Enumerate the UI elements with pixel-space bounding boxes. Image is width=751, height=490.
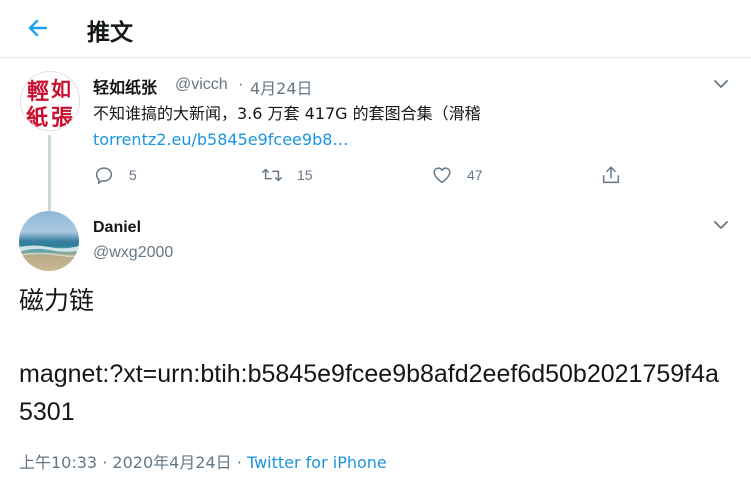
tweet-text: 磁力链 — [19, 286, 95, 315]
share-button[interactable] — [600, 163, 622, 187]
separator-dot: · — [236, 453, 242, 472]
retweet-button[interactable]: 15 — [261, 163, 313, 187]
like-button[interactable]: 47 — [431, 163, 483, 187]
tweet-link[interactable]: torrentz2.eu/b5845e9fcee9b8… — [93, 130, 348, 149]
avatar-logo: 輕 如 紙 張 — [21, 72, 79, 131]
svg-text:輕: 輕 — [27, 79, 49, 105]
retweet-icon — [262, 168, 282, 182]
tweet-date[interactable]: 4月24日 — [250, 75, 313, 99]
chevron-down-icon — [714, 221, 728, 229]
reply-button[interactable]: 5 — [93, 163, 137, 187]
tweet-actions: 5 15 47 — [93, 163, 633, 187]
page-header: 推文 — [0, 0, 751, 58]
reply-icon — [95, 167, 113, 184]
main-tweet: Daniel @wxg2000 磁力链 magnet:?xt=urn:btih:… — [0, 200, 751, 490]
svg-text:張: 張 — [51, 106, 74, 131]
separator-dot: · — [238, 76, 244, 93]
author-handle[interactable]: @wxg2000 — [93, 244, 173, 262]
author-handle[interactable]: @vicch — [175, 76, 228, 94]
tweet-meta: 上午10:33 · 2020年4月24日 · Twitter for iPhon… — [19, 449, 387, 473]
author-name[interactable]: Daniel — [93, 219, 141, 237]
svg-text:如: 如 — [51, 77, 71, 101]
tweet-menu-button[interactable] — [712, 216, 730, 234]
tweet-text: 不知谁搞的大新闻，3.6 万套 417G 的套图合集（滑稽 torrentz2.… — [93, 101, 713, 153]
magnet-link-text: magnet:?xt=urn:btih:b5845e9fcee9b8afd2ee… — [19, 360, 719, 426]
like-count: 47 — [467, 167, 483, 183]
reply-count: 5 — [129, 167, 137, 183]
parent-tweet[interactable]: 輕 如 紙 張 轻如纸张 @vicch · 4月24日 不知谁搞的大新闻，3.6… — [0, 59, 751, 263]
tweet-source-link[interactable]: Twitter for iPhone — [247, 453, 387, 472]
tweet-menu-button[interactable] — [712, 75, 730, 93]
share-icon — [602, 166, 620, 184]
svg-text:紙: 紙 — [26, 105, 48, 131]
avatar-beach-image — [19, 245, 79, 258]
chevron-down-icon — [714, 80, 728, 88]
heart-icon — [433, 167, 451, 184]
tweet-body: 不知谁搞的大新闻，3.6 万套 417G 的套图合集（滑稽 — [93, 104, 481, 123]
back-button[interactable] — [24, 14, 52, 42]
avatar[interactable]: 輕 如 紙 張 — [20, 71, 80, 131]
author-name[interactable]: 轻如纸张 — [93, 74, 157, 98]
avatar[interactable] — [19, 211, 79, 271]
arrow-left-icon — [28, 19, 48, 37]
tweet-date[interactable]: 2020年4月24日 — [112, 453, 231, 472]
separator-dot: · — [102, 453, 108, 472]
retweet-count: 15 — [297, 167, 313, 183]
page-title: 推文 — [87, 20, 133, 46]
tweet-time[interactable]: 上午10:33 — [19, 453, 97, 472]
